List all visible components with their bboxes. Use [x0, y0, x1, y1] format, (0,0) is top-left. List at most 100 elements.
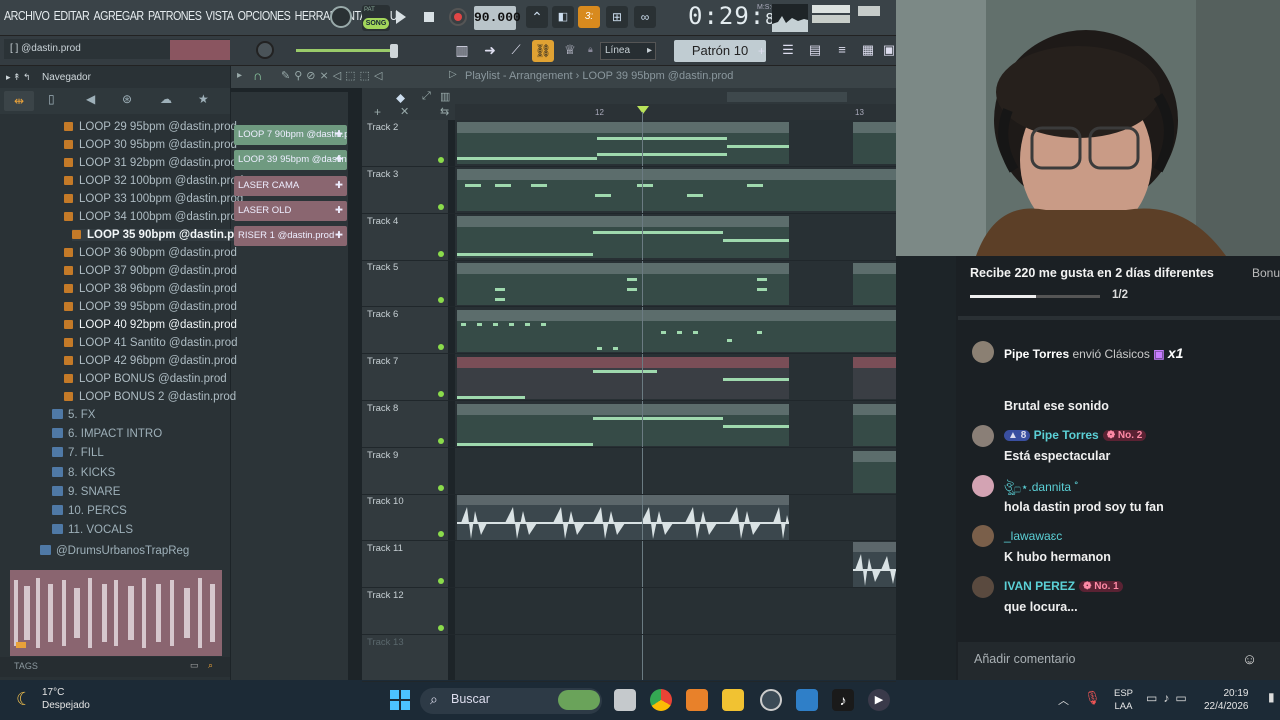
horizontal-scrollbar[interactable] [727, 92, 847, 102]
language-indicator[interactable]: ESP LAA [1114, 687, 1133, 713]
speaker-tab-icon[interactable]: ◀ [86, 92, 95, 106]
chat-username[interactable]: Pipe Torres [1034, 428, 1099, 442]
chevron-up-icon[interactable]: ︿ [1058, 692, 1069, 708]
folder-icon[interactable]: ▭ [190, 660, 199, 671]
browser-icon[interactable]: ▣ [882, 42, 896, 60]
track-label[interactable]: Track 12 [367, 590, 404, 601]
add-pattern-icon[interactable]: + [758, 44, 765, 58]
clip-harmor-2[interactable]: Harmor [853, 357, 896, 399]
drag-handle-icon[interactable]: ✚ [335, 201, 343, 221]
browser-file-item[interactable]: LOOP 33 100bpm @dastin.prod [64, 193, 243, 205]
browser-file-item[interactable]: LOOP 29 95bpm @dastin.prod [64, 121, 237, 133]
stamp-icon[interactable]: ♕ [560, 42, 580, 60]
loop-record-icon[interactable]: ∞ [634, 6, 656, 28]
menu-vista[interactable]: VISTA [206, 9, 234, 23]
star-tab-icon[interactable]: ★ [198, 92, 209, 106]
piano-icon[interactable]: ▥ [452, 42, 472, 60]
track-label[interactable]: Track 8 [367, 403, 398, 414]
menu-editar[interactable]: EDITAR [54, 9, 90, 23]
picker-item[interactable]: LOOP 39 95bpm @dastin.prod✚ [234, 150, 347, 171]
add-track-icon[interactable]: + [374, 105, 381, 119]
picker-item[interactable]: LASER CAMA ✚ [234, 175, 347, 196]
chat-username[interactable]: _lawawaɛc [1004, 529, 1062, 543]
browser-file-item[interactable]: LOOP 42 96bpm @dastin.prod [64, 355, 237, 367]
clip-acid-2[interactable]: Acid 8 [853, 404, 896, 446]
avatar[interactable] [972, 525, 994, 547]
weather-widget[interactable]: 17°C Despejado [42, 686, 90, 712]
volume-slider-handle[interactable] [390, 44, 398, 58]
browser-folder-item[interactable]: 5. FX [52, 409, 95, 421]
play-icon[interactable] [396, 10, 406, 24]
plugin-icon[interactable]: ▦ [858, 42, 878, 60]
track-label[interactable]: Track 7 [367, 356, 398, 367]
pattern-selector[interactable]: Patrón 10 [674, 40, 766, 62]
playlist-icon[interactable]: ☰ [778, 42, 798, 60]
track-label[interactable]: Track 3 [367, 169, 398, 180]
resize-icon[interactable]: ⇆ [440, 105, 449, 118]
playlist-tools[interactable]: ✎⚲⊘⨯◁⬚⬚◁ [281, 69, 386, 82]
browser-folder-item[interactable]: 10. PERCS [52, 505, 127, 517]
collapse-icon[interactable]: ▸ ↟ ↰ [6, 72, 31, 83]
all-tab-icon[interactable]: ⇹ [4, 91, 34, 111]
browser-file-item[interactable]: LOOP 31 92bpm @dastin.prod [64, 157, 237, 169]
task-view-icon[interactable] [614, 689, 636, 711]
clip-morphine[interactable]: Morphine [457, 169, 789, 211]
menu-archivo[interactable]: ARCHIVO [4, 9, 50, 23]
browser-root-folder[interactable]: @DrumsUrbanosTrapReg [40, 545, 189, 557]
browser-file-item[interactable]: LOOP 30 95bpm @dastin.prod [64, 139, 237, 151]
channel-rack-icon[interactable]: ▤ [805, 42, 825, 60]
emoji-icon[interactable]: ☺ [1242, 651, 1257, 668]
clip-loop7[interactable]: LOOP 7 90bpm @dastin.prod [853, 542, 896, 588]
track-label[interactable]: Track 9 [367, 450, 398, 461]
drag-handle-icon[interactable]: ✚ [335, 226, 343, 246]
drag-handle-icon[interactable]: ✚ [335, 150, 343, 170]
clip-patron[interactable]: Patrón 9 [853, 451, 896, 493]
tempo-display[interactable]: 90.000 [474, 6, 521, 30]
browser-file-item[interactable]: LOOP 36 90bpm @dastin.prod [64, 247, 237, 259]
taskbar-clock[interactable]: 20:19 22/4/2026 [1204, 687, 1249, 713]
browser-file-item[interactable]: LOOP 38 96bpm @dastin.prod [64, 283, 237, 295]
track-mute-led[interactable] [438, 250, 444, 257]
search-icon[interactable]: ⌕ [208, 660, 213, 671]
zoom-icon[interactable]: ⤢ [422, 90, 431, 103]
clip-synpluck[interactable]: Synpluck Noise [457, 263, 789, 305]
track-label[interactable]: Track 4 [367, 216, 398, 227]
browser-file-item[interactable]: LOOP BONUS @dastin.prod [64, 373, 227, 385]
tiktok-icon[interactable]: ♪ [832, 689, 854, 711]
gift-user[interactable]: Pipe Torres [1004, 347, 1069, 361]
fl-studio-icon[interactable] [686, 689, 708, 711]
browser-file-item[interactable]: LOOP 32 100bpm @dastin.prod [64, 175, 243, 187]
browser-file-item[interactable]: LOOP 40 92bpm @dastin.prod [64, 319, 237, 331]
master-volume-slider[interactable] [296, 49, 396, 52]
avatar[interactable] [972, 425, 994, 447]
clip-toxic-2[interactable]: Toxic Bi [853, 122, 896, 164]
avatar[interactable] [972, 475, 994, 497]
drag-handle-icon[interactable]: ✚ [335, 176, 343, 196]
menu-opciones[interactable]: OPCIONES [238, 9, 291, 23]
clip-synpluck-2[interactable]: Synpluck Noise [853, 263, 896, 305]
track-mute-led[interactable] [438, 391, 444, 397]
avatar[interactable] [972, 576, 994, 598]
step-edit-icon[interactable]: ⊞ [606, 6, 628, 28]
clip-glass-3[interactable]: Glass NUC [853, 310, 896, 352]
picker-item[interactable]: LASER OLD ✚ [234, 200, 347, 221]
clip-glass-2[interactable]: Glass NUC [789, 310, 853, 352]
arrow-right-icon[interactable]: ➜ [480, 42, 500, 60]
cloud-tab-icon[interactable]: ☁ [160, 92, 172, 106]
photos-icon[interactable] [796, 689, 818, 711]
snap-icon[interactable]: ⬥ [396, 90, 405, 106]
grid-icon[interactable]: ▥ [440, 90, 450, 103]
avatar[interactable] [972, 341, 994, 363]
menu-agregar[interactable]: AGREGAR [94, 9, 145, 23]
chat-username[interactable]: IVAN PEREZ [1004, 579, 1075, 593]
track-label[interactable]: Track 11 [367, 543, 403, 554]
notification-icon[interactable]: ▮ [1268, 690, 1275, 704]
clip-bajo[interactable]: Bajo Pad Analogo [457, 216, 789, 258]
song-pat-switch[interactable]: PAT SONG [362, 5, 390, 31]
browser-folder-item[interactable]: 9. SNARE [52, 485, 120, 498]
playhead-marker[interactable] [637, 106, 649, 114]
clip-loop39[interactable]: LOOP 39 95bpm @dastin.prod [457, 495, 789, 541]
microphone-icon[interactable]: 🎙︎ [1084, 690, 1101, 706]
mixer-icon[interactable]: ≡ [832, 42, 852, 60]
browser-file-item[interactable]: LOOP 35 90bpm @dastin.prod [72, 229, 253, 241]
